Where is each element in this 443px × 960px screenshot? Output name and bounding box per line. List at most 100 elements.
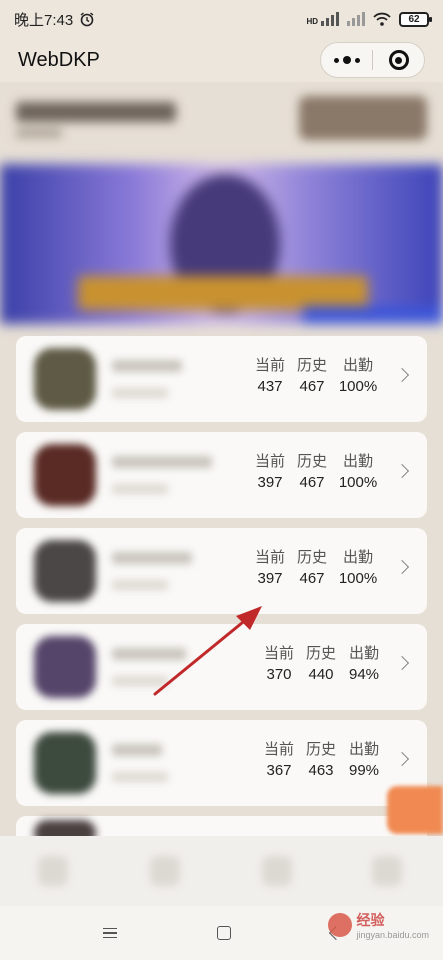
stat-history: 历史 467 — [289, 356, 335, 398]
stat-value: 467 — [299, 378, 325, 395]
more-dots-icon — [333, 56, 360, 64]
stat-current: 当前 437 — [251, 356, 289, 398]
banner-blue-strip — [303, 306, 443, 324]
mini-program-navbar: WebDKP — [0, 38, 443, 82]
guild-name-blurred — [16, 102, 176, 122]
member-name-blurred — [112, 744, 162, 756]
stat-value: 440 — [308, 666, 334, 683]
chevron-right-icon — [394, 367, 410, 383]
menu-lines-icon[interactable] — [102, 927, 117, 939]
stat-label: 出勤 — [348, 741, 379, 758]
stat-label: 出勤 — [342, 453, 373, 470]
guild-subtitle-blurred — [16, 128, 62, 138]
stat-value: 467 — [299, 474, 325, 491]
stat-history: 历史 467 — [289, 548, 335, 590]
member-name-blurred — [112, 648, 186, 660]
stat-label: 出勤 — [348, 645, 379, 662]
stat-label: 历史 — [305, 741, 336, 758]
bottom-tab-bar — [0, 836, 443, 906]
member-stats: 当前 367 历史 463 出勤 99% — [260, 740, 384, 782]
member-row[interactable]: 当前 367 历史 463 出勤 99% — [16, 720, 427, 806]
signal-2-icon — [347, 12, 365, 26]
watermark-cn: 经验 — [356, 912, 385, 928]
stat-current: 当前 367 — [260, 740, 298, 782]
member-row[interactable]: 当前 397 历史 467 出勤 100% — [16, 432, 427, 518]
avatar — [34, 348, 96, 410]
signal-icon: HD — [306, 12, 339, 26]
member-class-blurred — [112, 388, 168, 398]
watermark-text: 经验 jingyan.baidu.com — [356, 910, 429, 940]
status-indicators: HD 62 — [306, 11, 432, 27]
promo-banner[interactable] — [0, 164, 443, 324]
stat-label: 历史 — [296, 357, 327, 374]
chevron-right-icon — [394, 559, 410, 575]
stat-value: 100% — [338, 474, 378, 491]
tab-icon-1[interactable] — [38, 856, 68, 886]
stat-attendance: 出勤 100% — [335, 452, 381, 494]
stat-attendance: 出勤 100% — [335, 356, 381, 398]
guild-header — [0, 82, 443, 164]
floating-action-button[interactable] — [387, 786, 443, 834]
status-time: 晚上7:43 — [14, 11, 74, 29]
tab-icon-2[interactable] — [150, 856, 180, 886]
baidu-watermark: 经验 jingyan.baidu.com — [328, 910, 429, 940]
stat-label: 历史 — [305, 645, 336, 662]
stat-current: 当前 370 — [260, 644, 298, 686]
stat-label: 历史 — [296, 453, 327, 470]
member-class-blurred — [112, 484, 168, 494]
stat-label: 当前 — [254, 357, 285, 374]
stat-label: 当前 — [254, 549, 285, 566]
stat-label: 出勤 — [342, 549, 373, 566]
stat-value: 99% — [348, 762, 380, 779]
member-stats: 当前 397 历史 467 出勤 100% — [251, 548, 381, 590]
stat-history: 历史 467 — [289, 452, 335, 494]
close-button[interactable] — [373, 43, 424, 77]
member-name-blurred — [112, 360, 182, 372]
stat-current: 当前 397 — [251, 548, 289, 590]
member-row[interactable]: 当前 397 历史 467 出勤 100% — [16, 528, 427, 614]
tab-icon-4[interactable] — [372, 856, 402, 886]
capsule-menu — [320, 42, 425, 78]
watermark-url: jingyan.baidu.com — [356, 930, 429, 940]
avatar — [34, 444, 96, 506]
member-stats: 当前 437 历史 467 出勤 100% — [251, 356, 381, 398]
battery-level: 62 — [408, 13, 420, 25]
tab-icon-3[interactable] — [262, 856, 292, 886]
stat-value: 100% — [338, 378, 378, 395]
avatar — [34, 732, 96, 794]
member-row[interactable]: 当前 370 历史 440 出勤 94% — [16, 624, 427, 710]
member-row[interactable]: 当前 437 历史 467 出勤 100% — [16, 336, 427, 422]
alarm-clock-icon — [80, 12, 94, 27]
stat-label: 出勤 — [342, 357, 373, 374]
avatar — [34, 636, 96, 698]
member-class-blurred — [112, 676, 168, 686]
member-class-blurred — [112, 580, 168, 590]
baidu-paw-icon — [328, 913, 353, 937]
member-name-blurred — [112, 456, 212, 468]
stat-current: 当前 397 — [251, 452, 289, 494]
stat-attendance: 出勤 99% — [344, 740, 384, 782]
stat-history: 历史 463 — [298, 740, 344, 782]
target-close-icon — [388, 50, 409, 70]
member-stats: 当前 397 历史 467 出勤 100% — [251, 452, 381, 494]
header-action-button[interactable] — [299, 96, 427, 140]
stat-value: 397 — [257, 474, 283, 491]
stat-value: 397 — [257, 570, 283, 587]
stat-label: 当前 — [263, 741, 294, 758]
stat-value: 463 — [308, 762, 334, 779]
stat-value: 467 — [299, 570, 325, 587]
stat-label: 当前 — [263, 645, 294, 662]
stat-value: 367 — [266, 762, 292, 779]
stat-history: 历史 440 — [298, 644, 344, 686]
stat-label: 当前 — [254, 453, 285, 470]
stat-value: 100% — [338, 570, 378, 587]
wifi-icon — [373, 12, 391, 26]
banner-title-strip — [78, 276, 368, 310]
stat-value: 94% — [348, 666, 380, 683]
stat-attendance: 出勤 94% — [344, 644, 384, 686]
network-type: HD — [306, 17, 318, 26]
member-name-blurred — [112, 552, 192, 564]
chevron-right-icon — [394, 463, 410, 479]
home-square-icon[interactable] — [216, 926, 231, 940]
more-button[interactable] — [321, 43, 372, 77]
